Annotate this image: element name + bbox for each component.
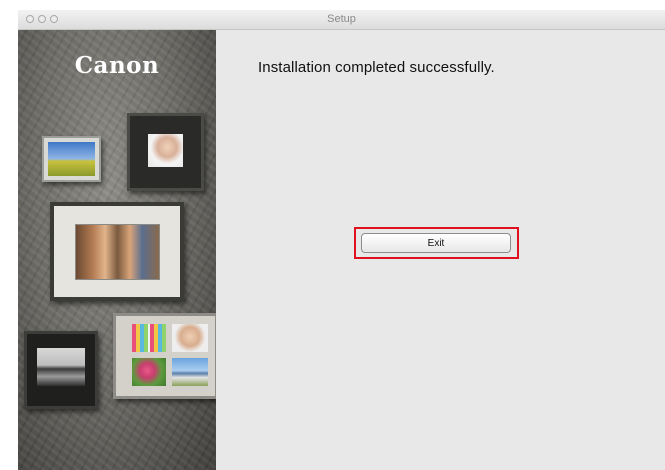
portrait-photo [172,324,208,352]
title-bar[interactable]: Setup [18,10,665,30]
flower-photo [132,358,166,386]
window-title: Setup [327,13,356,25]
group-photo [37,348,85,386]
sidebar-artwork: Canon [18,30,216,470]
house-photo [172,358,208,386]
family-photo [75,224,160,280]
exit-button[interactable]: Exit [361,233,511,253]
setup-window: Setup Canon Installation completed succe… [18,10,665,470]
photo-frame-baby [127,113,204,191]
canon-logo: Canon [74,52,160,79]
landscape-photo [48,142,95,176]
photo-frame-landscape [42,136,101,182]
pencils-photo [132,324,166,352]
photo-frame-collage [113,313,216,399]
completion-message: Installation completed successfully. [258,59,495,76]
baby-photo [148,134,183,167]
photo-frame-group [24,331,98,409]
photo-frame-family [50,202,184,301]
